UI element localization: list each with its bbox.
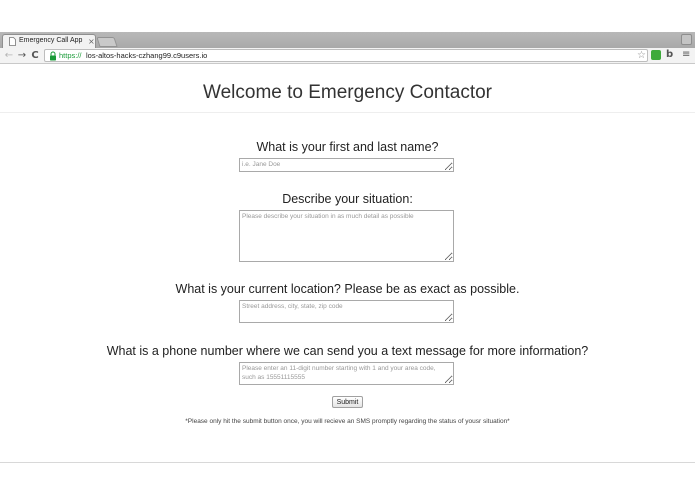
document-icon <box>9 37 16 46</box>
reload-button[interactable]: C <box>29 49 41 62</box>
submit-note: *Please only hit the submit button once,… <box>185 418 510 425</box>
new-tab-button[interactable] <box>96 37 118 47</box>
profile-icon[interactable] <box>681 34 692 45</box>
window-bottom-edge <box>0 462 695 463</box>
browser-toolbar: ← → C https:// los-altos-hacks-czhang99.… <box>0 48 695 64</box>
back-button[interactable]: ← <box>3 49 15 62</box>
browser-tab[interactable]: Emergency Call App × <box>2 34 96 48</box>
extension-icon[interactable] <box>651 50 661 60</box>
top-margin <box>0 0 695 32</box>
submit-button[interactable]: Submit <box>332 396 363 408</box>
star-icon[interactable]: ☆ <box>637 50 646 61</box>
lock-icon <box>50 51 56 61</box>
name-label: What is your first and last name? <box>256 140 439 154</box>
page-title: Welcome to Emergency Contactor <box>203 82 492 103</box>
situation-input[interactable] <box>239 210 454 262</box>
forward-button[interactable]: → <box>16 49 28 62</box>
tab-title: Emergency Call App <box>19 37 83 44</box>
phone-label: What is a phone number where we can send… <box>106 344 589 358</box>
location-input[interactable] <box>239 300 454 323</box>
menu-icon[interactable]: ≡ <box>682 49 690 61</box>
tab-strip: Emergency Call App × <box>0 32 695 48</box>
url-host: los-altos-hacks-czhang99.c9users.io <box>86 51 208 60</box>
bing-icon[interactable]: b <box>666 49 673 61</box>
header-divider <box>0 112 695 113</box>
name-input[interactable] <box>239 158 454 172</box>
situation-label: Describe your situation: <box>282 192 413 206</box>
location-label: What is your current location? Please be… <box>175 282 520 296</box>
address-bar[interactable]: https:// los-altos-hacks-czhang99.c9user… <box>44 49 648 62</box>
url-scheme: https:// <box>59 51 82 60</box>
tab-close-icon[interactable]: × <box>88 36 95 47</box>
phone-input[interactable] <box>239 362 454 385</box>
